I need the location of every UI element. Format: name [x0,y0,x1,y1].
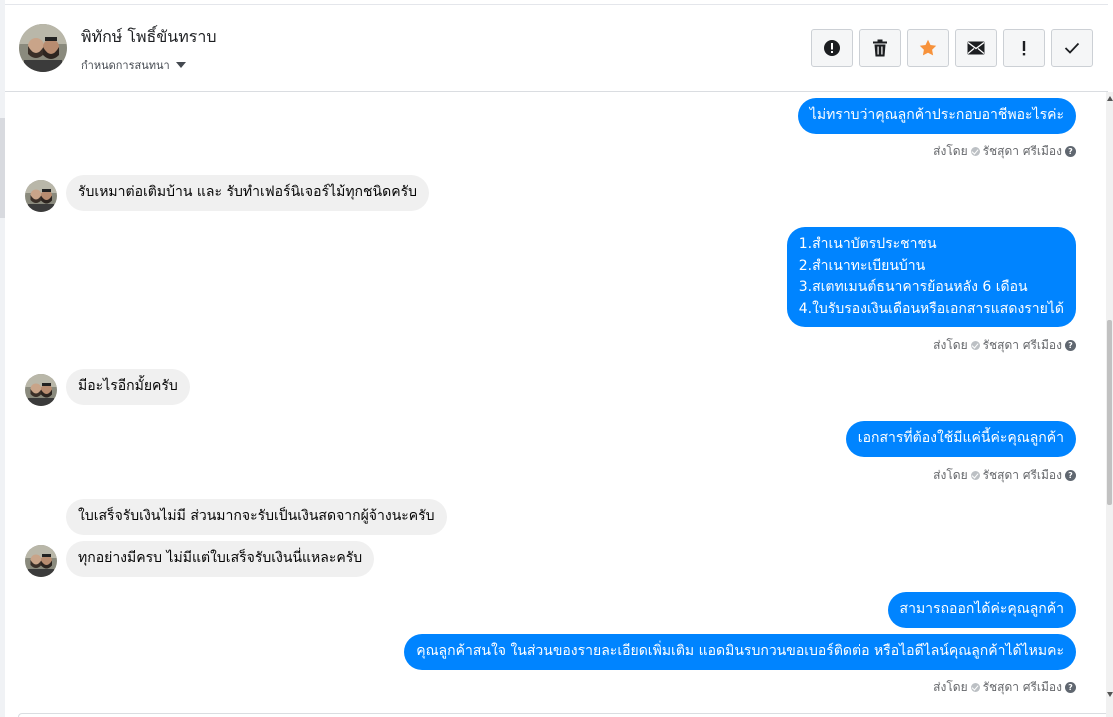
message-line: 2.สำเนาทะเบียนบ้าน [798,257,926,274]
verified-check-icon [970,147,980,156]
message-incoming[interactable]: ทุกอย่างมีครบ ไม่มีแต่ใบเสร็จรับเงินนี่แ… [66,541,375,577]
help-question-icon[interactable]: ? [1065,682,1076,693]
sent-by-caption: ส่งโดย รัชสุดา ศรีเมือง ? [933,142,1076,161]
message-incoming[interactable]: มีอะไรอีกมั้ยครับ [66,369,190,405]
message-scrollbar[interactable] [1106,92,1113,717]
sent-by-prefix: ส่งโดย [933,468,968,482]
message-incoming[interactable]: รับเหมาต่อเติมบ้าน และ รับทำเฟอร์นิเจอร์… [66,175,429,211]
contact-avatar-small[interactable] [25,545,57,577]
assign-conversation-label: กำหนดการสนทนา [81,59,170,72]
sent-by-caption: ส่งโดย รัชสุดา ศรีเมือง ? [933,336,1076,355]
conversation-header: พิทักษ์ โพธิ์ขันทราบ กำหนดการสนทนา [5,4,1108,92]
scrollbar-thumb[interactable] [1107,320,1112,505]
sent-by-agent: รัชสุดา ศรีเมือง [982,144,1062,158]
alert-circle-icon [824,40,840,56]
scroll-down-arrow-icon[interactable] [1107,692,1113,697]
sent-by-prefix: ส่งโดย [933,338,968,352]
verified-check-icon [970,341,980,350]
sent-by-prefix: ส่งโดย [933,680,968,694]
message-outgoing-multiline[interactable]: 1.สำเนาบัตรประชาชน 2.สำเนาทะเบียนบ้าน 3.… [786,227,1076,327]
contact-avatar[interactable] [19,24,67,72]
message-outgoing[interactable]: ไม่ทราบว่าคุณลูกค้าประกอบอาชีพอะไรค่ะ [797,98,1076,134]
assign-conversation-dropdown[interactable]: กำหนดการสนทนา [81,56,186,74]
conversation-actions [811,29,1093,67]
sent-by-caption: ส่งโดย รัชสุดา ศรีเมือง ? [933,678,1076,697]
caret-down-icon [175,62,186,68]
verified-check-icon [970,471,980,480]
message-outgoing[interactable]: สามารถออกได้ค่ะคุณลูกค้า [887,592,1076,628]
sent-by-caption: ส่งโดย รัชสุดา ศรีเมือง ? [933,466,1076,485]
star-button[interactable] [907,29,949,67]
contact-avatar-small[interactable] [25,374,57,406]
composer-edge [18,713,1106,717]
help-question-icon[interactable]: ? [1065,470,1076,481]
help-question-icon[interactable]: ? [1065,146,1076,157]
spam-button[interactable] [811,29,853,67]
exclamation-icon [1022,41,1026,56]
contact-name: พิทักษ์ โพธิ์ขันทราบ [81,27,217,46]
contact-avatar-small[interactable] [25,180,57,212]
message-incoming[interactable]: ใบเสร็จรับเงินไม่มี ส่วนมากจะรับเป็นเงิน… [66,499,447,535]
trash-icon [873,39,887,57]
sent-by-agent: รัชสุดา ศรีเมือง [982,680,1062,694]
message-line: 3.สเตทเมนต์ธนาคารย้อนหลัง 6 เดือน [798,279,1028,295]
message-line: 1.สำเนาบัตรประชาชน [798,236,937,252]
message-outgoing[interactable]: คุณลูกค้าสนใจ ในส่วนของรายละเอียดเพิ่มเต… [404,634,1076,670]
mark-unread-button[interactable] [955,29,997,67]
follow-up-button[interactable] [1003,29,1045,67]
message-outgoing[interactable]: เอกสารที่ต้องใช้มีแค่นี้ค่ะคุณลูกค้า [845,421,1076,457]
help-question-icon[interactable]: ? [1065,340,1076,351]
sent-by-prefix: ส่งโดย [933,144,968,158]
delete-button[interactable] [859,29,901,67]
sent-by-agent: รัชสุดา ศรีเมือง [982,468,1062,482]
left-frame [0,0,5,717]
verified-check-icon [970,683,980,692]
star-icon [919,39,937,56]
checkmark-icon [1064,42,1080,54]
sent-by-agent: รัชสุดา ศรีเมือง [982,338,1062,352]
left-frame-mark [0,118,5,218]
mark-done-button[interactable] [1051,29,1093,67]
mail-icon [967,41,985,55]
scroll-up-arrow-icon[interactable] [1107,96,1113,101]
message-line: 4.ใบรับรองเงินเดือนหรือเอกสารแสดงรายได้ [798,300,1064,317]
